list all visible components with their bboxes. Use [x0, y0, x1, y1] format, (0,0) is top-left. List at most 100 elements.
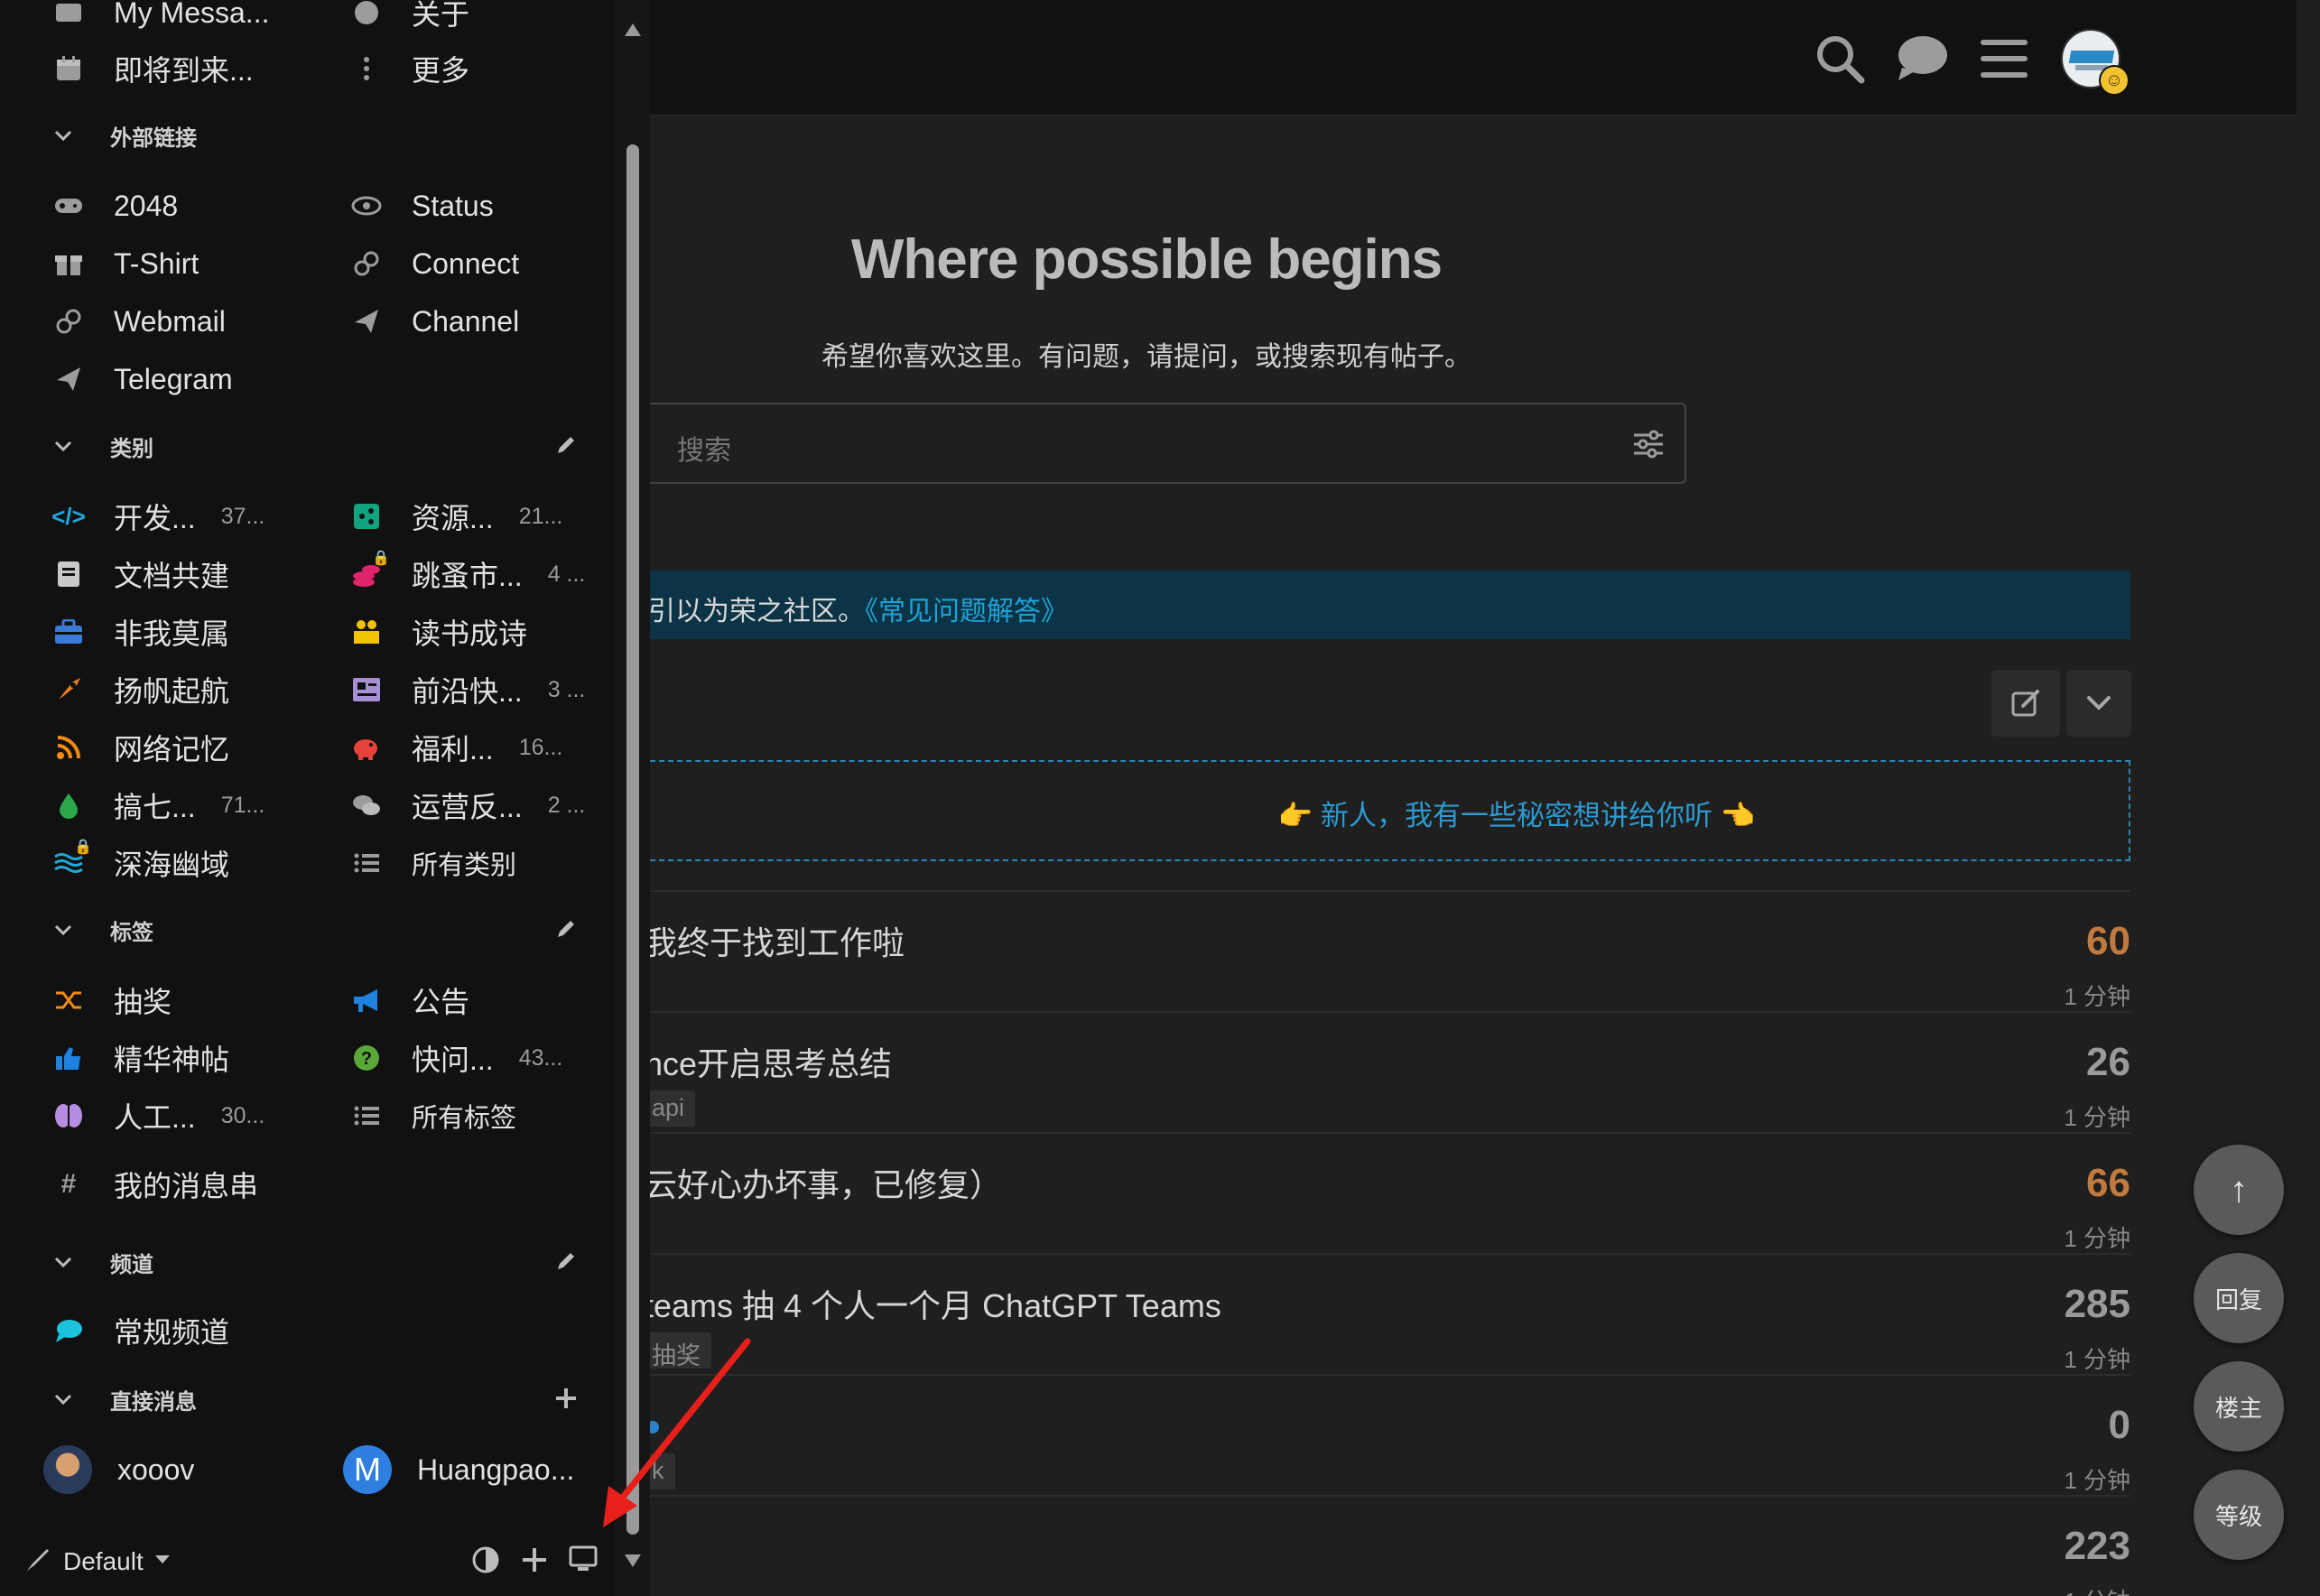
sidebar-category[interactable]: </> 开发... 37...: [51, 491, 264, 542]
dark-mode-toggle-icon[interactable]: [471, 1545, 500, 1579]
edit-channels-pencil-icon[interactable]: [552, 1248, 580, 1275]
page-subtitle: 希望你喜欢这里。有问题，请提问，或搜索现有帖子。: [821, 342, 1471, 372]
megaphone-icon: [348, 982, 385, 1018]
scroll-top-button[interactable]: ↑: [2194, 1145, 2284, 1235]
topic-title[interactable]: teams 抽 4 个人一个月 ChatGPT Teams: [645, 1280, 1221, 1327]
new-topic-button[interactable]: [1991, 670, 2060, 737]
sidebar: My Messa... 关于 即将到来... 更多 外部链接 2048 Stat…: [0, 0, 614, 1596]
edit-tags-pencil-icon[interactable]: [552, 915, 580, 942]
scrollbar-thumb[interactable]: [626, 144, 639, 1535]
topic-reply-count: 0: [2108, 1403, 2130, 1447]
avatar: [43, 1445, 92, 1494]
add-icon[interactable]: [522, 1547, 547, 1577]
topic-activity-time: 1 分钟: [2064, 1346, 2130, 1373]
sidebar-category[interactable]: 🔒 跳蚤市... 4 ...: [348, 549, 585, 599]
sidebar-item-webmail[interactable]: Webmail: [51, 296, 226, 347]
plus-icon[interactable]: [552, 1385, 580, 1412]
sidebar-dm[interactable]: xooov: [43, 1444, 194, 1495]
sidebar-item-label: 运营反...: [412, 791, 523, 823]
reply-button[interactable]: 回复: [2194, 1253, 2284, 1343]
sidebar-item-2048[interactable]: 2048: [51, 181, 178, 231]
sidebar-tag[interactable]: ? 快问... 43...: [348, 1033, 562, 1083]
book-icon: [51, 556, 87, 592]
sidebar-tag[interactable]: 抽奖: [51, 975, 172, 1025]
more-options-button[interactable]: [2066, 670, 2131, 737]
topic-row[interactable]: 云好心办坏事，已修复） 66 1 分钟: [632, 1132, 2130, 1253]
search-filter-icon[interactable]: [1632, 428, 1665, 465]
sidebar-item-more[interactable]: 更多: [348, 43, 469, 94]
sidebar-category[interactable]: 网络记忆: [51, 722, 229, 773]
topic-reply-count: 223: [2064, 1524, 2130, 1568]
topic-row[interactable]: 我终于找到工作啦 60 1 分钟: [632, 890, 2130, 1011]
sidebar-item-tshirt[interactable]: T-Shirt: [51, 238, 199, 289]
sidebar-category[interactable]: 运营反... 2 ...: [348, 780, 585, 830]
section-categories[interactable]: 类别: [54, 428, 153, 464]
theme-selector[interactable]: Default: [23, 1545, 171, 1577]
sidebar-item-channel[interactable]: Channel: [348, 296, 519, 347]
sidebar-item-about[interactable]: 关于: [348, 0, 469, 38]
sidebar-all-categories[interactable]: 所有类别: [348, 838, 516, 888]
section-channels[interactable]: 频道: [54, 1244, 153, 1280]
sidebar-item-upcoming-events[interactable]: 即将到来...: [51, 43, 254, 94]
search-input[interactable]: 搜索: [632, 403, 1686, 484]
piggy-bank-icon: [348, 729, 385, 766]
sidebar-category[interactable]: 文档共建: [51, 549, 229, 599]
topic-activity-time: 1 分钟: [2064, 1225, 2130, 1252]
rss-icon: [51, 729, 87, 766]
scroll-down-arrow-icon[interactable]: [625, 1554, 641, 1567]
sidebar-item-status[interactable]: Status: [348, 181, 494, 231]
sidebar-category[interactable]: 资源... 21...: [348, 491, 562, 542]
section-direct-messages[interactable]: 直接消息: [54, 1381, 197, 1417]
sidebar-my-threads[interactable]: # 我的消息串: [51, 1159, 258, 1210]
sidebar-tag[interactable]: 精华神帖: [51, 1033, 229, 1083]
sidebar-item-telegram[interactable]: Telegram: [51, 354, 233, 404]
info-icon: [348, 0, 385, 31]
chat-icon[interactable]: [1890, 27, 1953, 90]
edit-categories-pencil-icon[interactable]: [552, 431, 580, 459]
sidebar-category[interactable]: 前沿快... 3 ...: [348, 664, 585, 715]
desktop-icon[interactable]: [569, 1545, 598, 1577]
sidebar-channel-general[interactable]: 常规频道: [51, 1305, 229, 1356]
annotation-arrow-icon: [603, 1338, 751, 1527]
sidebar-all-tags[interactable]: 所有标签: [348, 1090, 516, 1141]
scroll-up-arrow-icon[interactable]: [625, 23, 641, 36]
share-icon: [348, 498, 385, 534]
sidebar-category[interactable]: 搞七... 71...: [51, 780, 264, 830]
search-icon[interactable]: [1808, 27, 1871, 90]
sidebar-item-connect[interactable]: Connect: [348, 238, 519, 289]
sidebar-item-label: 关于: [412, 0, 470, 31]
topic-row[interactable]: nce开启思考总结 api 26 1 分钟: [632, 1011, 2130, 1132]
sidebar-category[interactable]: 扬帆起航: [51, 664, 229, 715]
section-tags[interactable]: 标签: [54, 912, 153, 948]
chevron-down-icon: [54, 1394, 79, 1405]
sidebar-category[interactable]: 非我莫属: [51, 607, 229, 657]
newbie-notice[interactable]: 👉 新人，我有一些秘密想讲给你听 👈: [632, 760, 2130, 861]
list-icon: [348, 845, 385, 881]
sidebar-tag[interactable]: 人工... 30...: [51, 1090, 264, 1141]
sidebar-item-label: 跳蚤市...: [412, 560, 523, 592]
sidebar-item-label: 扬帆起航: [114, 675, 230, 708]
level-button[interactable]: 等级: [2194, 1470, 2284, 1560]
topic-title[interactable]: nce开启思考总结: [645, 1038, 892, 1085]
topic-row[interactable]: teams 抽 4 个人一个月 ChatGPT Teams 抽奖 285 1 分…: [632, 1253, 2130, 1374]
sidebar-category[interactable]: 🔒 深海幽域: [51, 838, 229, 888]
topic-row[interactable]: k 0 1 分钟: [632, 1374, 2130, 1495]
topic-row[interactable]: 223 1 分钟: [632, 1495, 2130, 1596]
sidebar-item-messages[interactable]: My Messa...: [51, 0, 269, 38]
sidebar-category[interactable]: 读书成诗: [348, 607, 527, 657]
original-poster-button[interactable]: 楼主: [2194, 1361, 2284, 1452]
section-external-links[interactable]: 外部链接: [54, 117, 197, 153]
hamburger-icon[interactable]: [1972, 27, 2036, 90]
sidebar-item-label: 资源...: [412, 502, 494, 534]
sidebar-category[interactable]: 福利... 16...: [348, 722, 562, 773]
topic-title[interactable]: 我终于找到工作啦: [645, 917, 905, 964]
sidebar-item-label: 搞七...: [114, 791, 196, 823]
status-emoji-icon: ☺: [2099, 65, 2130, 96]
op-label: 楼主: [2214, 1394, 2262, 1422]
sidebar-dm[interactable]: M Huangpao...: [343, 1444, 574, 1495]
sidebar-item-label: Webmail: [114, 304, 226, 338]
sidebar-tag[interactable]: 公告: [348, 975, 469, 1025]
faq-link[interactable]: 《常见问题解答》: [865, 597, 1068, 626]
sidebar-item-label: 快问...: [412, 1044, 494, 1076]
topic-title[interactable]: 云好心办坏事，已修复）: [645, 1159, 1002, 1206]
